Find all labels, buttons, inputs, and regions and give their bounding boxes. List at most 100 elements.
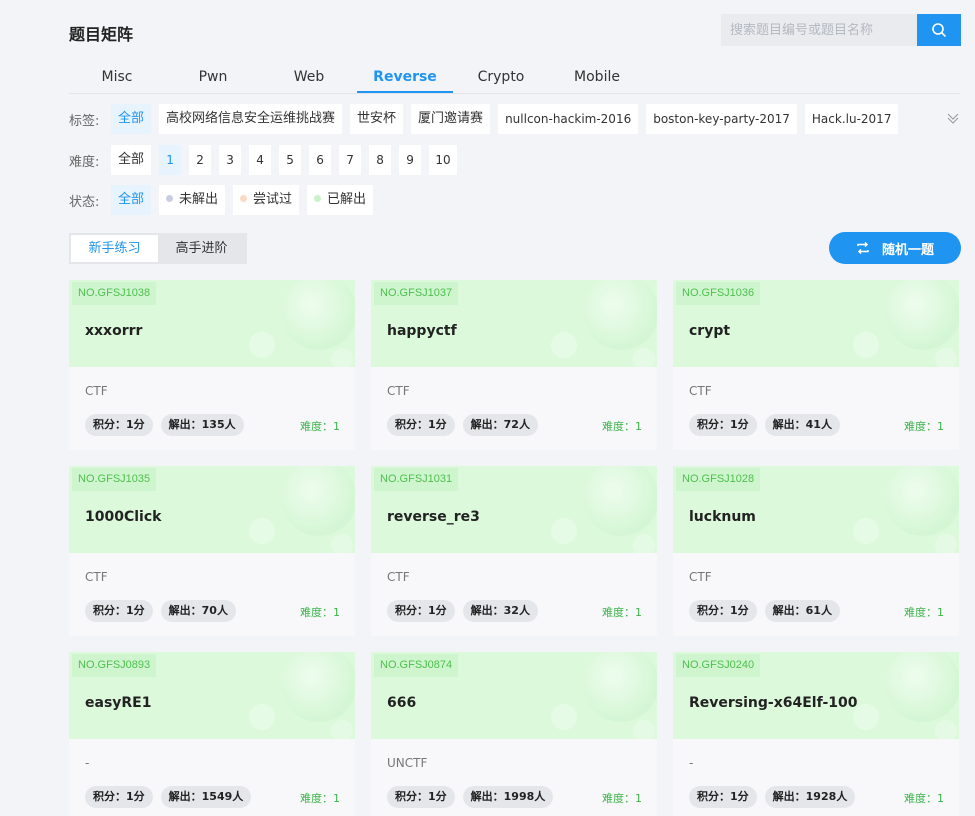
- difficulty-label: 难度：1: [602, 792, 642, 805]
- card-header: NO.GFSJ1037 happyctf: [371, 280, 657, 367]
- decor-bubble: [331, 720, 353, 739]
- tag-chip[interactable]: 世安杯: [350, 104, 404, 134]
- decor-bubble: [885, 280, 959, 350]
- difficulty-label: 难度：1: [904, 420, 944, 433]
- page-title: 题目矩阵: [69, 25, 134, 44]
- decor-bubble: [853, 332, 879, 358]
- status-chip-label: 未解出: [179, 192, 219, 207]
- challenge-name: easyRE1: [85, 695, 152, 711]
- difficulty-filter-label: 难度:: [69, 154, 100, 170]
- difficulty-chip[interactable]: 4: [249, 145, 272, 175]
- status-chip-all[interactable]: 全部: [111, 185, 152, 215]
- solved-count-badge: 解出：135人: [160, 414, 244, 436]
- difficulty-chip[interactable]: 6: [309, 145, 332, 175]
- challenge-card[interactable]: NO.GFSJ0893 easyRE1 - 积分：1分 解出：1549人 难度：1: [69, 652, 355, 816]
- tab-reverse[interactable]: Reverse: [357, 62, 453, 93]
- challenge-card[interactable]: NO.GFSJ0240 Reversing-x64Elf-100 - 积分：1分 解出：…: [673, 652, 959, 816]
- decor-bubble: [249, 332, 275, 358]
- chevron-down-icon: [947, 113, 959, 124]
- difficulty-chip[interactable]: 5: [279, 145, 302, 175]
- challenge-category: UNCTF: [387, 756, 428, 770]
- decor-bubble: [633, 534, 655, 553]
- decor-bubble: [281, 466, 355, 536]
- challenge-card[interactable]: NO.GFSJ1037 happyctf CTF 积分：1分 解出：72人 难度：1: [371, 280, 657, 450]
- challenge-stats: 积分：1分 解出：135人: [85, 414, 252, 436]
- card-header: NO.GFSJ0874 666: [371, 652, 657, 739]
- challenge-name: reverse_re3: [387, 509, 480, 525]
- level-beginner-tab[interactable]: 新手练习: [71, 235, 158, 262]
- solved-count-badge: 解出：70人: [160, 600, 236, 622]
- tag-chip[interactable]: boston-key-party-2017: [646, 104, 797, 134]
- decor-bubble: [281, 652, 355, 722]
- tab-misc[interactable]: Misc: [69, 62, 165, 93]
- difficulty-label: 难度：1: [602, 420, 642, 433]
- tab-web[interactable]: Web: [261, 62, 357, 93]
- tag-chip[interactable]: 高校网络信息安全运维挑战赛: [159, 104, 343, 134]
- decor-bubble: [935, 720, 957, 739]
- status-chip-attempted[interactable]: 尝试过: [233, 185, 300, 215]
- challenge-card[interactable]: NO.GFSJ1038 xxxorrr CTF 积分：1分 解出：135人 难度：1: [69, 280, 355, 450]
- expand-tags-button[interactable]: [946, 110, 960, 129]
- tab-mobile[interactable]: Mobile: [549, 62, 645, 93]
- tag-chip-all[interactable]: 全部: [111, 104, 152, 134]
- card-header: NO.GFSJ1038 xxxorrr: [69, 280, 355, 367]
- challenge-number: NO.GFSJ1035: [72, 468, 157, 491]
- score-badge: 积分：1分: [387, 600, 455, 622]
- challenge-stats: 积分：1分 解出：1998人: [387, 786, 561, 808]
- challenge-name: xxxorrr: [85, 323, 143, 339]
- status-dot: [166, 195, 174, 202]
- difficulty-label: 难度：1: [904, 792, 944, 805]
- difficulty-label: 难度：1: [300, 606, 340, 619]
- search-input[interactable]: [721, 14, 917, 46]
- tab-crypto[interactable]: Crypto: [453, 62, 549, 93]
- challenge-category: CTF: [387, 384, 410, 398]
- difficulty-chip[interactable]: 3: [219, 145, 242, 175]
- shuffle-icon: [857, 241, 869, 255]
- challenge-stats: 积分：1分 解出：61人: [689, 600, 848, 622]
- tag-chip[interactable]: Hack.lu-2017: [804, 104, 899, 134]
- card-header: NO.GFSJ1036 crypt: [673, 280, 959, 367]
- challenge-category: CTF: [689, 384, 712, 398]
- status-chip-unsolved[interactable]: 未解出: [159, 185, 226, 215]
- score-badge: 积分：1分: [387, 786, 455, 808]
- score-badge: 积分：1分: [85, 600, 153, 622]
- difficulty-chip[interactable]: 8: [369, 145, 392, 175]
- challenge-card[interactable]: NO.GFSJ0874 666 UNCTF 积分：1分 解出：1998人 难度：1: [371, 652, 657, 816]
- difficulty-chip[interactable]: 2: [189, 145, 212, 175]
- solved-count-badge: 解出：1549人: [160, 786, 252, 808]
- search-button[interactable]: [917, 14, 961, 46]
- status-chip-solved[interactable]: 已解出: [307, 185, 374, 215]
- difficulty-chip[interactable]: 9: [399, 145, 422, 175]
- challenge-category: CTF: [689, 570, 712, 584]
- challenge-card[interactable]: NO.GFSJ1036 crypt CTF 积分：1分 解出：41人 难度：1: [673, 280, 959, 450]
- decor-bubble: [633, 720, 655, 739]
- difficulty-label: 难度：1: [300, 792, 340, 805]
- challenge-card[interactable]: NO.GFSJ1035 1000Click CTF 积分：1分 解出：70人 难度：1: [69, 466, 355, 636]
- score-badge: 积分：1分: [387, 414, 455, 436]
- challenge-card[interactable]: NO.GFSJ1031 reverse_re3 CTF 积分：1分 解出：32人 难度：1: [371, 466, 657, 636]
- difficulty-chip[interactable]: 7: [339, 145, 362, 175]
- challenge-stats: 积分：1分 解出：1549人: [85, 786, 259, 808]
- category-tabs: Misc Pwn Web Reverse Crypto Mobile: [69, 62, 960, 94]
- solved-count-badge: 解出：1998人: [462, 786, 554, 808]
- tab-pwn[interactable]: Pwn: [165, 62, 261, 93]
- challenge-card[interactable]: NO.GFSJ1028 lucknum CTF 积分：1分 解出：61人 难度：1: [673, 466, 959, 636]
- difficulty-chip[interactable]: 1: [159, 145, 182, 175]
- tag-filter-row: 标签: 全部 高校网络信息安全运维挑战赛 世安杯 厦门邀请赛 nullcon-h…: [69, 104, 906, 134]
- difficulty-chip-all[interactable]: 全部: [111, 145, 152, 175]
- tag-chip[interactable]: nullcon-hackim-2016: [498, 104, 639, 134]
- decor-bubble: [281, 280, 355, 350]
- level-advanced-tab[interactable]: 高手进阶: [158, 235, 245, 262]
- tag-chip[interactable]: 厦门邀请赛: [411, 104, 491, 134]
- random-question-button[interactable]: 随机一题: [829, 232, 961, 264]
- status-dot: [314, 195, 322, 202]
- score-badge: 积分：1分: [85, 414, 153, 436]
- score-badge: 积分：1分: [689, 600, 757, 622]
- card-header: NO.GFSJ1028 lucknum: [673, 466, 959, 553]
- difficulty-chip[interactable]: 10: [429, 145, 458, 175]
- solved-count-badge: 解出：41人: [764, 414, 840, 436]
- card-header: NO.GFSJ1031 reverse_re3: [371, 466, 657, 553]
- challenge-name: crypt: [689, 323, 731, 339]
- card-header: NO.GFSJ0240 Reversing-x64Elf-100: [673, 652, 959, 739]
- challenge-name: lucknum: [689, 509, 756, 525]
